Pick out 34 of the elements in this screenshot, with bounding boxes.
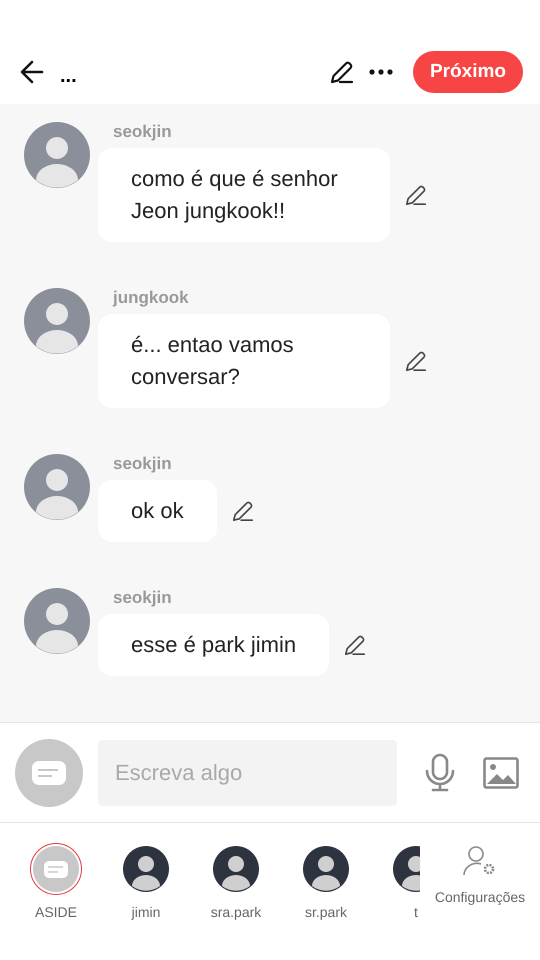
- user-settings-icon: [463, 845, 497, 877]
- cast-name: sr.park: [304, 904, 347, 920]
- message-input[interactable]: Escreva algo: [98, 740, 397, 806]
- message-bubble: é... entao vamos conversar?: [98, 314, 390, 408]
- cast-name: jimin: [132, 904, 160, 920]
- microphone-icon[interactable]: [424, 752, 456, 792]
- edit-icon[interactable]: [343, 633, 368, 657]
- cast-name: sra.park: [210, 904, 262, 920]
- message-bubble: ok ok: [98, 480, 217, 542]
- author-name: seokjin: [113, 122, 173, 142]
- cast-avatar[interactable]: [120, 843, 172, 895]
- more-icon[interactable]: [368, 69, 393, 75]
- author-name: jungkook: [113, 288, 190, 308]
- cast-avatar[interactable]: [210, 843, 262, 895]
- edit-icon[interactable]: [328, 59, 355, 85]
- avatar: [24, 122, 90, 188]
- edit-icon[interactable]: [230, 499, 255, 523]
- avatar: [24, 288, 90, 354]
- message-bubble: como é que é senhor Jeon jungkook!!: [98, 148, 390, 242]
- edit-icon[interactable]: [404, 183, 428, 207]
- cast-name: ASIDE: [34, 904, 77, 920]
- author-name: seokjin: [113, 588, 173, 608]
- avatar: [24, 454, 90, 520]
- avatar: [24, 588, 90, 654]
- message-bubble: esse é park jimin: [98, 614, 330, 676]
- settings-button[interactable]: Configurações: [420, 823, 540, 960]
- back-icon[interactable]: [18, 58, 46, 86]
- next-button[interactable]: Próximo: [412, 51, 523, 93]
- author-name: seokjin: [113, 454, 173, 474]
- chat-title: ...: [60, 64, 77, 88]
- cast-name: t: [414, 904, 418, 920]
- edit-icon[interactable]: [404, 349, 428, 373]
- image-icon[interactable]: [483, 756, 519, 788]
- cast-avatar[interactable]: [300, 843, 352, 895]
